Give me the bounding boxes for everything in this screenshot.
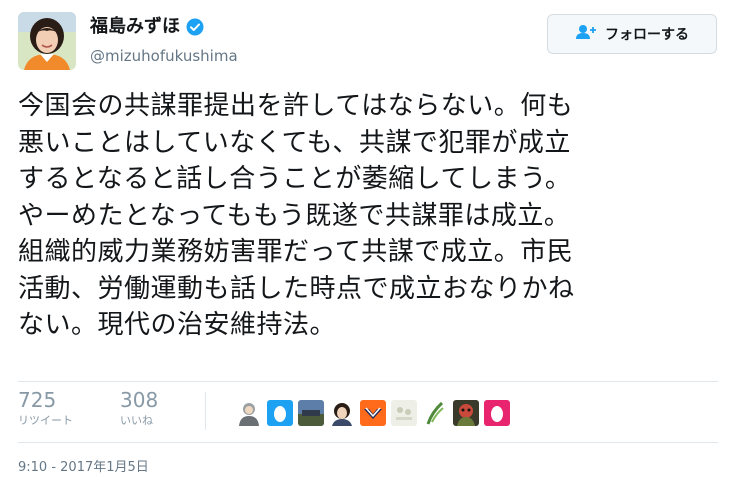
- tweet-line: するとなると話し合うことが萎縮してしまう。: [18, 164, 572, 194]
- verified-badge-icon: [186, 18, 204, 36]
- retweet-label: リツイート: [18, 414, 73, 427]
- follow-button-label: フォローする: [605, 27, 689, 43]
- stats-separator: [205, 392, 206, 430]
- stats-top-divider: [18, 381, 718, 382]
- likers-avatar-row: [236, 400, 510, 426]
- tweet-line: 今国会の共謀罪提出を許してはならない。何も: [18, 91, 574, 121]
- tweet-line: やーめたとなってももう既遂で共謀罪は成立。: [18, 200, 571, 231]
- user-handle[interactable]: @mizuhofukushima: [90, 47, 238, 65]
- like-count: 308: [120, 388, 159, 412]
- liker-avatar[interactable]: [422, 400, 448, 426]
- add-user-icon: [575, 24, 597, 44]
- tweet-line: ない。現代の治安維持法。: [18, 310, 337, 340]
- follow-button[interactable]: フォローする: [547, 14, 717, 54]
- display-name[interactable]: 福島みずほ: [90, 16, 180, 38]
- liker-avatar[interactable]: [267, 400, 293, 426]
- like-stat[interactable]: 308 いいね: [120, 388, 158, 428]
- retweet-count: 725: [18, 388, 57, 412]
- liker-avatar[interactable]: [236, 400, 262, 426]
- like-label: いいね: [120, 414, 153, 427]
- liker-avatar[interactable]: [329, 400, 355, 426]
- liker-avatar[interactable]: [360, 400, 386, 426]
- tweet-line: 活動、労働運動も話した時点で成立おなりかね: [18, 273, 575, 304]
- retweet-stat[interactable]: 725 リツイート: [18, 388, 73, 428]
- tweet-timestamp[interactable]: 9:10 - 2017年1月5日: [18, 460, 149, 476]
- avatar[interactable]: [18, 12, 76, 70]
- stats-bottom-divider: [18, 442, 718, 443]
- tweet-card: 福島みずほ @mizuhofukushima フォローする 今国会の共謀罪提出を…: [0, 0, 730, 490]
- user-name-row[interactable]: 福島みずほ: [90, 16, 204, 38]
- liker-avatar[interactable]: [391, 400, 417, 426]
- liker-avatar[interactable]: [484, 400, 510, 426]
- liker-avatar[interactable]: [453, 400, 479, 426]
- tweet-line: 悪いことはしていなくても、共謀で犯罪が成立: [18, 127, 571, 158]
- liker-avatar[interactable]: [298, 400, 324, 426]
- tweet-text: 今国会の共謀罪提出を許してはならない。何も 悪いことはしていなくても、共謀で犯罪…: [18, 88, 718, 344]
- tweet-line: 組織的威力業務妨害罪だって共謀で成立。市民: [18, 237, 574, 267]
